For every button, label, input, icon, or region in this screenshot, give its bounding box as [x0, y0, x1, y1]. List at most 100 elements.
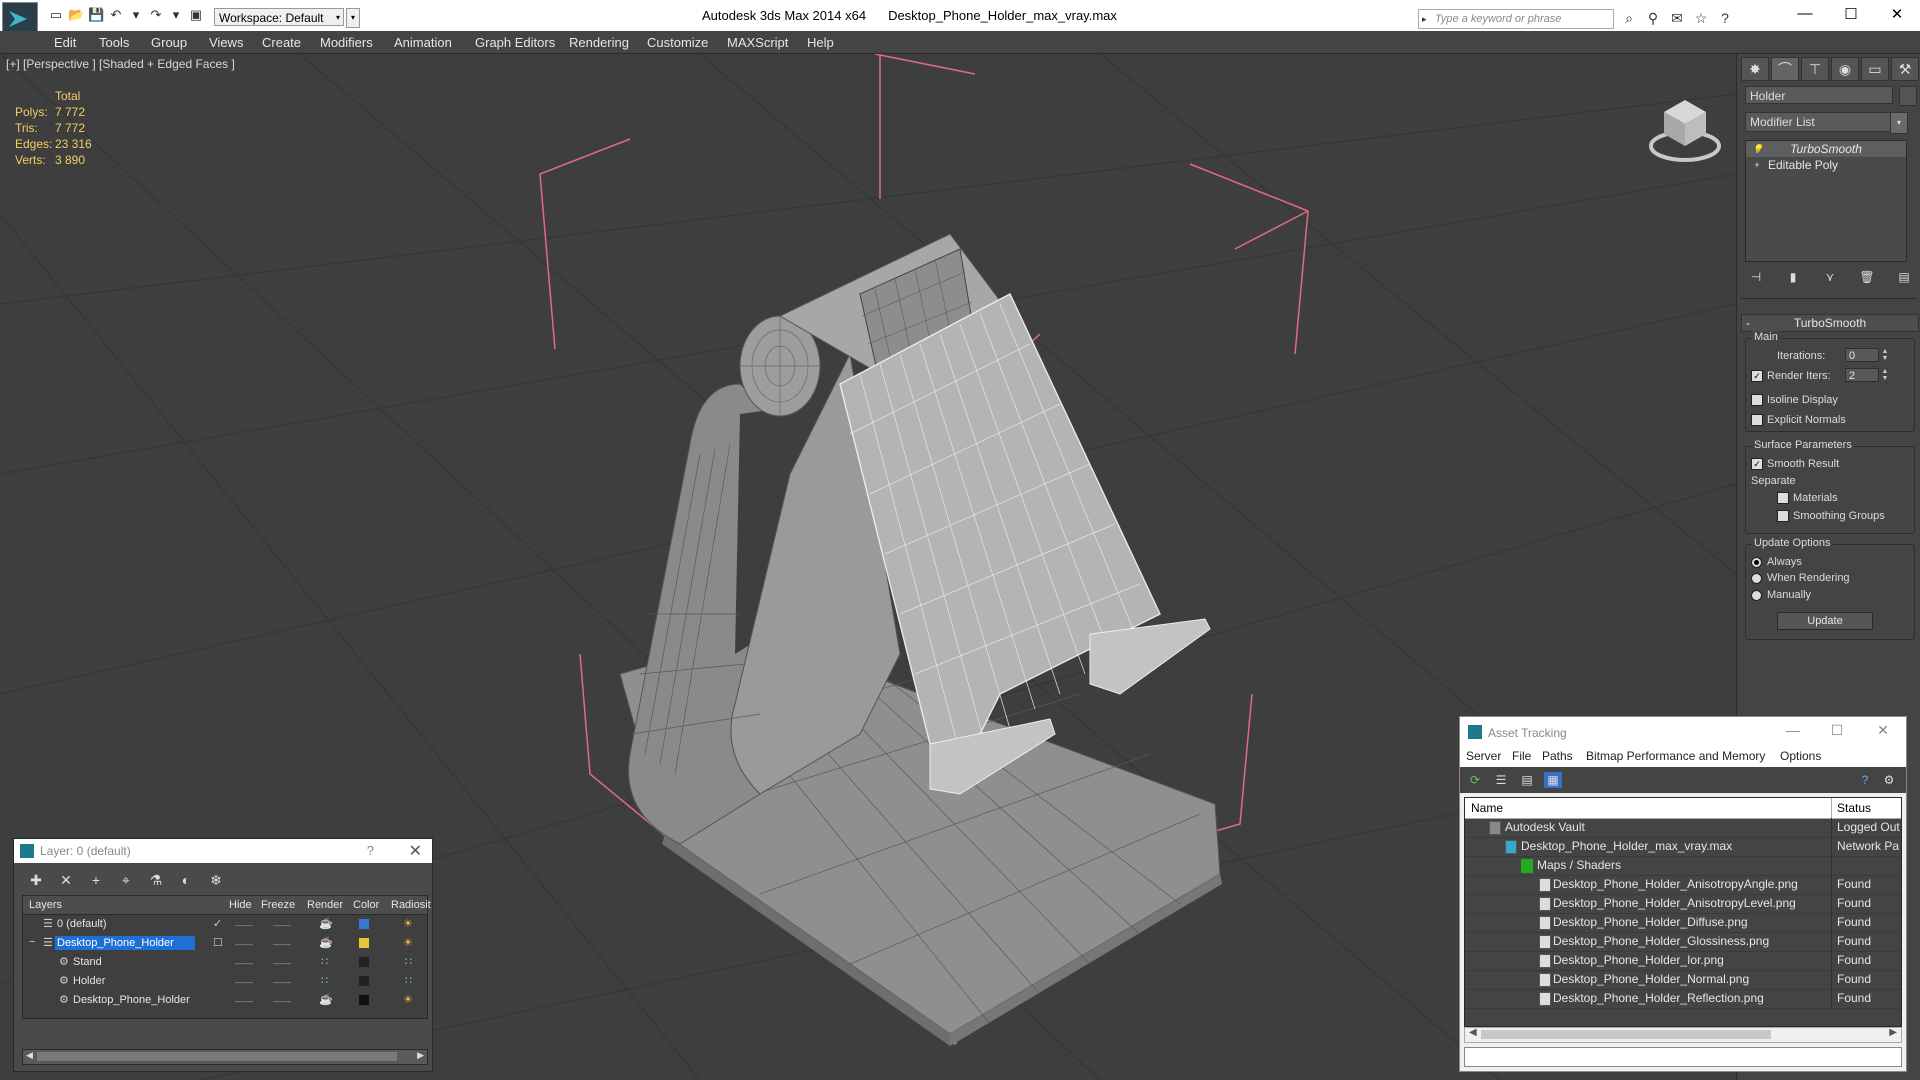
radiosity-icon[interactable]: ☀ — [403, 936, 413, 949]
freeze-toggle[interactable]: —— — [273, 920, 291, 930]
render-teapot-icon[interactable]: ☕ — [319, 936, 333, 949]
asset-panel-titlebar[interactable]: Asset Tracking — ☐ ✕ — [1460, 717, 1906, 747]
column-divider[interactable] — [1831, 798, 1832, 818]
menu-views[interactable]: Views — [209, 35, 243, 50]
configure-sets-icon[interactable]: ▤ — [1893, 266, 1915, 288]
col-name[interactable]: Name — [1471, 801, 1503, 815]
select-in-layer-icon[interactable]: ⌖ — [114, 871, 138, 889]
freeze-toggle[interactable]: —— — [273, 939, 291, 949]
asset-row[interactable]: Desktop_Phone_Holder_AnisotropyAngle.png… — [1465, 875, 1901, 895]
communication-icon[interactable]: ✉ — [1668, 10, 1686, 26]
render-dots-icon[interactable]: ∷ — [321, 974, 328, 987]
menu-group[interactable]: Group — [151, 35, 187, 50]
menu-edit[interactable]: Edit — [54, 35, 76, 50]
hide-toggle[interactable]: —— — [235, 977, 253, 987]
expand-plus-icon[interactable]: + — [1752, 160, 1762, 170]
iterations-spinner[interactable]: 0 — [1845, 348, 1879, 362]
undo-icon[interactable]: ↶ — [108, 8, 124, 22]
render-dots-icon[interactable]: ∷ — [321, 955, 328, 968]
modifier-list-dropdown[interactable]: Modifier List ▾ — [1745, 112, 1908, 134]
minimize-button[interactable]: — — [1778, 722, 1808, 738]
materials-checkbox[interactable] — [1777, 492, 1789, 504]
menu-create[interactable]: Create — [262, 35, 301, 50]
layer-name[interactable]: Desktop_Phone_Holder — [55, 936, 195, 950]
layer-row[interactable]: ⚙ Holder —— —— ∷ ∷ — [23, 972, 427, 991]
redo-dropdown-icon[interactable]: ▾ — [168, 8, 184, 22]
asset-row[interactable]: Desktop_Phone_Holder_Glossiness.png Foun… — [1465, 932, 1901, 952]
menu-customize[interactable]: Customize — [647, 35, 708, 50]
scroll-right-icon[interactable]: ▶ — [417, 1050, 424, 1061]
col-status[interactable]: Status — [1837, 801, 1871, 815]
asset-row[interactable]: Desktop_Phone_Holder_max_vray.max Networ… — [1465, 837, 1901, 857]
asset-row[interactable]: Desktop_Phone_Holder_Ior.png Found — [1465, 951, 1901, 971]
layer-row[interactable]: − ☰ Desktop_Phone_Holder ☐ —— —— ☕ ☀ — [23, 934, 427, 953]
asset-row[interactable]: Desktop_Phone_Holder_AnisotropyLevel.png… — [1465, 894, 1901, 914]
hide-toggle[interactable]: —— — [235, 958, 253, 968]
highlight-layer-icon[interactable]: ⚗ — [144, 871, 168, 889]
new-layer-icon[interactable]: ✚ — [24, 871, 48, 889]
render-teapot-icon[interactable]: ☕ — [319, 993, 333, 1006]
freeze-toggle[interactable]: —— — [273, 996, 291, 1006]
asset-row[interactable]: Maps / Shaders — [1465, 856, 1901, 876]
motion-tab-icon[interactable]: ◉ — [1831, 57, 1859, 81]
menu-paths[interactable]: Paths — [1542, 749, 1573, 763]
menu-rendering[interactable]: Rendering — [569, 35, 629, 50]
save-icon[interactable]: 💾 — [88, 8, 104, 22]
freeze-toggle[interactable]: —— — [273, 977, 291, 987]
project-folder-icon[interactable]: ▣ — [188, 8, 204, 22]
object-name[interactable]: Holder — [71, 974, 107, 988]
subscription-icon[interactable]: ⚲ — [1644, 10, 1662, 26]
open-file-icon[interactable]: 📂 — [68, 8, 84, 22]
explicit-normals-checkbox[interactable] — [1751, 414, 1763, 426]
lightbulb-icon[interactable]: 💡 — [1752, 144, 1763, 154]
object-name[interactable]: Stand — [71, 955, 104, 969]
phone-holder-model[interactable] — [619, 233, 1222, 1046]
object-name[interactable]: Desktop_Phone_Holder — [71, 993, 192, 1007]
object-color-swatch[interactable] — [1899, 86, 1917, 106]
close-button[interactable]: ✕ — [409, 841, 422, 861]
show-end-result-icon[interactable]: ▮ — [1782, 266, 1804, 288]
minimize-button[interactable]: — — [1790, 5, 1820, 22]
make-unique-icon[interactable]: ⋎ — [1819, 266, 1841, 288]
asset-row[interactable]: Desktop_Phone_Holder_Reflection.png Foun… — [1465, 989, 1901, 1009]
layer-name[interactable]: 0 (default) — [55, 917, 109, 931]
list-view-icon[interactable]: ☰ — [1492, 772, 1510, 788]
hide-toggle[interactable]: —— — [235, 996, 253, 1006]
redo-icon[interactable]: ↷ — [148, 8, 164, 22]
asset-row[interactable]: Desktop_Phone_Holder_Diffuse.png Found — [1465, 913, 1901, 933]
menu-bitmap-performance[interactable]: Bitmap Performance and Memory — [1586, 749, 1765, 763]
scroll-thumb[interactable] — [1481, 1030, 1771, 1039]
stack-item-turbosmooth[interactable]: 💡 TurboSmooth — [1746, 141, 1906, 157]
binoculars-icon[interactable]: ⌕ — [1620, 10, 1638, 26]
undo-dropdown-icon[interactable]: ▾ — [128, 8, 144, 22]
scroll-left-icon[interactable]: ◀ — [26, 1050, 33, 1061]
scroll-left-icon[interactable]: ◀ — [1469, 1027, 1477, 1038]
layer-color-swatch[interactable] — [359, 919, 369, 929]
turbosmooth-rollout-header[interactable]: - TurboSmooth — [1741, 314, 1919, 332]
asset-row[interactable]: Autodesk Vault Logged Out — [1465, 818, 1901, 838]
col-layers[interactable]: Layers — [29, 899, 62, 911]
refresh-icon[interactable]: ⟳ — [1466, 772, 1484, 788]
menu-graph-editors[interactable]: Graph Editors — [475, 35, 555, 50]
modify-tab-icon[interactable]: ⌒ — [1771, 57, 1799, 81]
layer-row[interactable]: ☰ 0 (default) ✓ —— —— ☕ ☀ — [23, 915, 427, 934]
horizontal-scrollbar[interactable]: ◀ ▶ — [1464, 1027, 1902, 1043]
layer-color-swatch[interactable] — [359, 995, 369, 1005]
layer-color-swatch[interactable] — [359, 976, 369, 986]
quick-access-dropdown[interactable]: ▾ — [346, 8, 360, 28]
col-freeze[interactable]: Freeze — [261, 899, 295, 911]
asset-row[interactable]: Desktop_Phone_Holder_Normal.png Found — [1465, 970, 1901, 990]
isoline-display-checkbox[interactable] — [1751, 394, 1763, 406]
layer-color-swatch[interactable] — [359, 938, 369, 948]
spinner-arrows-icon[interactable]: ▲ ▼ — [1881, 348, 1889, 362]
render-iters-spinner[interactable]: 2 — [1845, 368, 1879, 382]
hide-all-layers-icon[interactable]: ◐ — [174, 871, 198, 889]
viewcube-icon[interactable] — [1640, 84, 1730, 174]
close-button[interactable]: ✕ — [1882, 5, 1912, 23]
layer-row[interactable]: ⚙ Stand —— —— ∷ ∷ — [23, 953, 427, 972]
radiosity-dots-icon[interactable]: ∷ — [405, 974, 412, 987]
workspace-select[interactable]: Workspace: Default ▾ — [214, 8, 344, 26]
radiosity-dots-icon[interactable]: ∷ — [405, 955, 412, 968]
menu-modifiers[interactable]: Modifiers — [320, 35, 373, 50]
table-view-icon[interactable]: ▦ — [1544, 772, 1562, 788]
